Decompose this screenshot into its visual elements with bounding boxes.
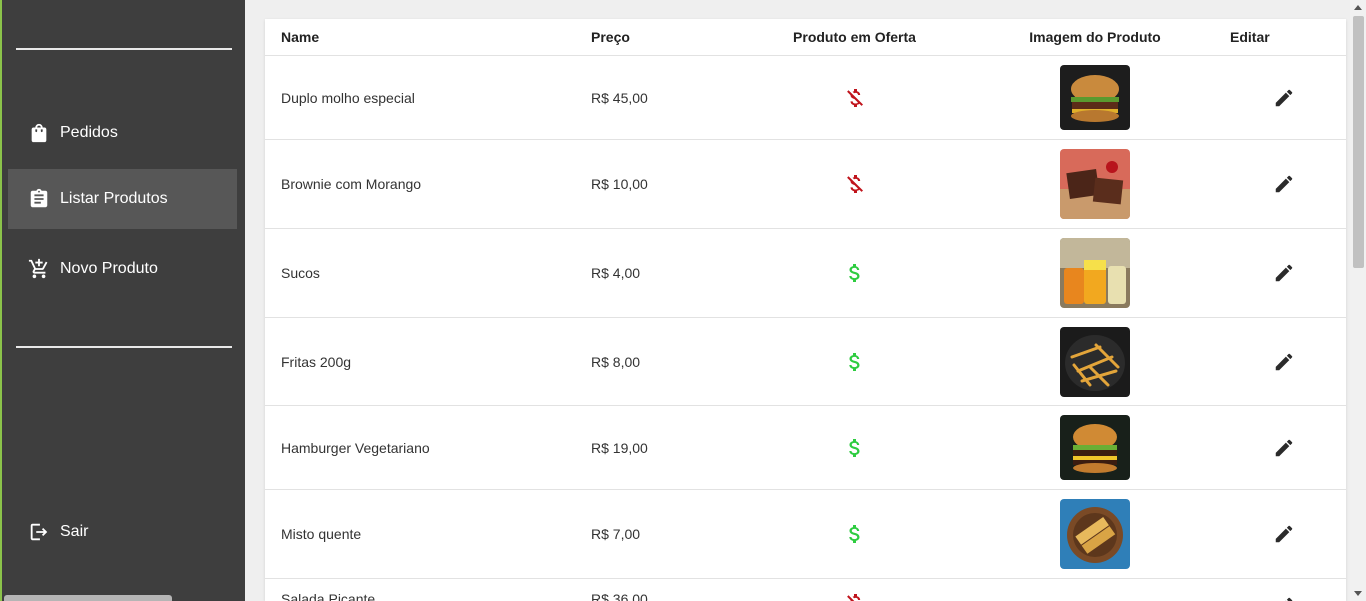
offer-on-icon [741, 350, 968, 374]
horizontal-scrollbar[interactable] [4, 595, 172, 601]
offer-on-icon [741, 522, 968, 546]
vertical-scrollbar[interactable] [1350, 0, 1366, 601]
sidebar-item-listar-produtos[interactable]: Listar Produtos [8, 169, 237, 229]
sidebar-item-label: Novo Produto [60, 260, 158, 277]
edit-button[interactable] [1269, 591, 1299, 601]
product-image-cell [968, 499, 1222, 569]
product-image-cell [968, 238, 1222, 308]
products-table: Name Preço Produto em Oferta Imagem do P… [265, 19, 1346, 601]
header-image[interactable]: Imagem do Produto [968, 29, 1222, 45]
product-price: R$ 7,00 [591, 526, 641, 542]
clipboard-list-icon [30, 188, 48, 208]
burger-photo [1060, 65, 1130, 130]
product-name: Misto quente [281, 526, 362, 542]
product-price: R$ 36,00 [591, 591, 648, 601]
table-row: Sucos R$ 4,00 [265, 229, 1346, 318]
sidebar-item-label: Pedidos [60, 124, 118, 141]
product-price: R$ 10,00 [591, 176, 648, 192]
pencil-icon [1275, 264, 1293, 282]
pencil-icon [1285, 597, 1293, 601]
product-image-cell [968, 326, 1222, 397]
scroll-down-arrow-icon[interactable] [1354, 591, 1362, 596]
sidebar-divider-top [16, 48, 232, 50]
product-price: R$ 8,00 [591, 353, 641, 370]
scroll-up-arrow-icon[interactable] [1354, 5, 1362, 10]
edit-button[interactable] [1269, 347, 1299, 377]
table-row: Brownie com Morango R$ 10,00 [265, 140, 1346, 229]
offer-off-icon [741, 591, 968, 601]
edit-button[interactable] [1269, 258, 1299, 288]
table-row: Fritas 200g R$ 8,00 [265, 318, 1346, 406]
pencil-icon [1275, 353, 1293, 370]
table-row: Hamburger Vegetariano R$ 19,00 [265, 406, 1346, 490]
product-name: Fritas 200g [281, 353, 352, 370]
product-image-cell [968, 149, 1222, 219]
juice-photo [1060, 238, 1130, 308]
sidebar-item-label: Listar Produtos [60, 190, 168, 207]
pencil-icon [1275, 175, 1293, 193]
brownie-photo [1060, 149, 1130, 219]
product-price: R$ 19,00 [591, 439, 648, 456]
pencil-icon [1275, 439, 1293, 456]
header-price[interactable]: Preço [591, 29, 741, 45]
offer-on-icon [741, 261, 968, 285]
sidebar-divider-bottom [16, 346, 232, 348]
edit-button[interactable] [1269, 433, 1299, 463]
product-name: Salada Picante [281, 591, 376, 601]
logout-button[interactable]: Sair [8, 502, 237, 562]
logout-icon [30, 523, 48, 541]
header-edit[interactable]: Editar [1222, 29, 1346, 45]
pencil-icon [1275, 89, 1293, 106]
fries-photo [1060, 326, 1130, 397]
sidebar-item-pedidos[interactable]: Pedidos [8, 103, 237, 163]
edit-button[interactable] [1269, 169, 1299, 199]
edit-button[interactable] [1269, 83, 1299, 113]
pencil-icon [1275, 525, 1293, 543]
product-image-cell [968, 65, 1222, 130]
product-name: Brownie com Morango [281, 176, 422, 192]
table-row: Misto quente R$ 7,00 [265, 490, 1346, 579]
veggie-burger-photo [1060, 415, 1130, 480]
table-row: Duplo molho especial R$ 45,00 [265, 56, 1346, 140]
offer-on-icon [741, 436, 968, 460]
sidebar-item-novo-produto[interactable]: Novo Produto [8, 239, 237, 299]
toast-photo [1060, 499, 1130, 569]
offer-off-icon [741, 86, 968, 110]
edit-button[interactable] [1269, 519, 1299, 549]
product-image-cell [968, 415, 1222, 480]
table-row: Salada Picante R$ 36,00 [265, 579, 1346, 601]
header-offer[interactable]: Produto em Oferta [741, 29, 968, 45]
sidebar: Pedidos Listar Produtos Novo Produto Sai… [0, 0, 245, 601]
offer-off-icon [741, 172, 968, 196]
product-name: Sucos [281, 265, 320, 281]
scrollbar-thumb[interactable] [1353, 16, 1364, 268]
product-price: R$ 4,00 [591, 265, 641, 281]
product-price: R$ 45,00 [591, 89, 648, 106]
add-cart-icon [28, 258, 48, 279]
shopping-bag-icon [31, 123, 47, 143]
header-name[interactable]: Name [265, 29, 591, 45]
product-name: Hamburger Vegetariano [281, 439, 430, 456]
logout-label: Sair [60, 523, 89, 540]
product-name: Duplo molho especial [281, 89, 415, 106]
table-header: Name Preço Produto em Oferta Imagem do P… [265, 19, 1346, 56]
